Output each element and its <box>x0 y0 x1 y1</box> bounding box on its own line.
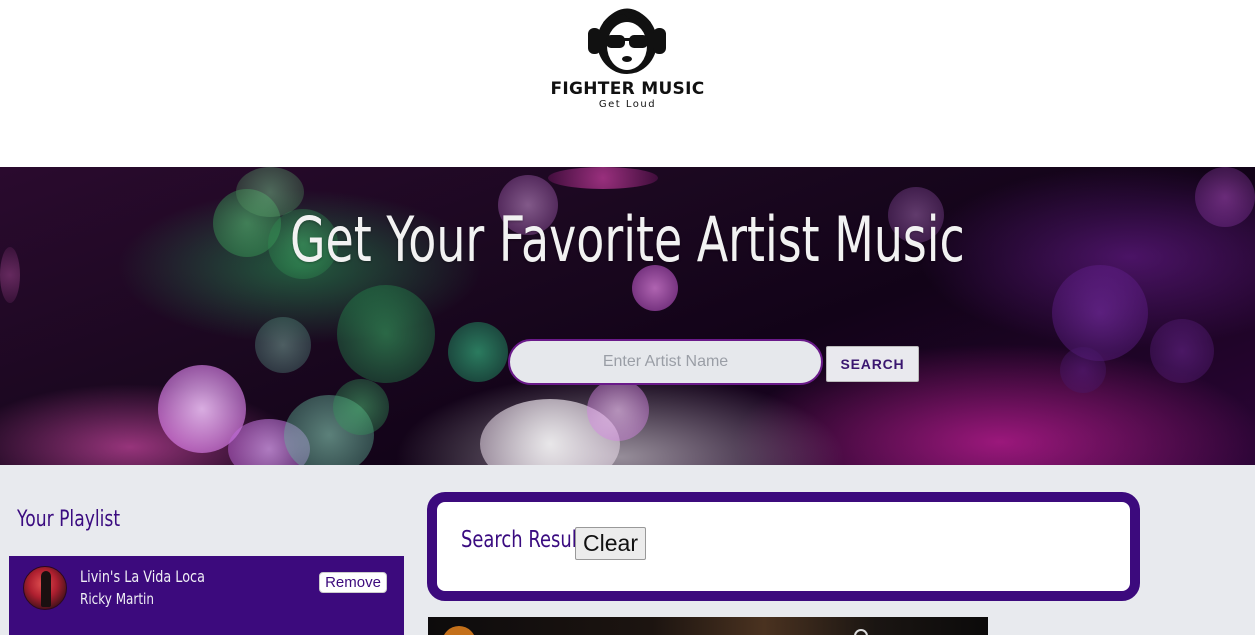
hero-banner: Get Your Favorite Artist Music SEARCH <box>0 167 1255 465</box>
site-header: FIGHTER MUSIC Get Loud <box>0 0 1255 167</box>
remove-button[interactable]: Remove <box>319 572 387 593</box>
result-preview-image <box>428 617 988 635</box>
search-results-panel: Search Results Clear <box>427 492 1140 601</box>
album-art-thumbnail <box>23 566 67 610</box>
bokeh-decoration <box>1052 265 1148 361</box>
bokeh-decoration <box>1150 319 1214 383</box>
track-artist: Ricky Martin <box>80 590 154 608</box>
track-title: Livin's La Vida Loca <box>80 567 205 586</box>
bokeh-decoration <box>1195 167 1255 227</box>
bokeh-decoration <box>587 379 649 441</box>
bokeh-decoration <box>337 285 435 383</box>
bokeh-decoration <box>0 247 20 303</box>
brand-tagline: Get Loud <box>598 99 657 110</box>
monkey-headphones-logo-icon <box>588 8 666 74</box>
hero-title: Get Your Favorite Artist Music <box>289 203 965 276</box>
playlist-item: Livin's La Vida Loca Ricky Martin Remove <box>9 556 404 635</box>
bokeh-decoration <box>333 379 389 435</box>
bokeh-decoration <box>1060 347 1106 393</box>
search-button[interactable]: SEARCH <box>826 346 919 382</box>
clear-button[interactable]: Clear <box>575 527 646 560</box>
bokeh-decoration <box>548 167 658 189</box>
result-avatar <box>442 626 476 635</box>
search-results-heading: Search Results <box>461 527 594 553</box>
playlist-heading: Your Playlist <box>17 507 121 532</box>
brand-name: FIGHTER MUSIC <box>550 79 705 99</box>
bokeh-decoration <box>255 317 311 373</box>
play-indicator-icon <box>854 629 868 635</box>
bokeh-decoration <box>448 322 508 382</box>
artist-search-input[interactable] <box>508 339 823 385</box>
